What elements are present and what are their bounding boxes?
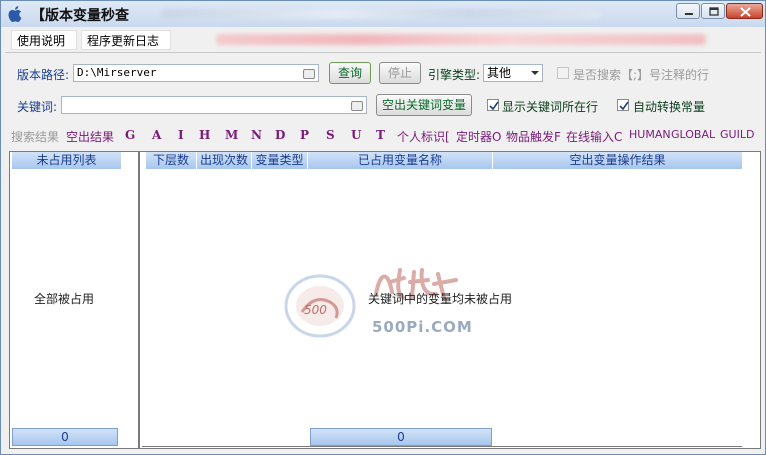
filter-personal-id[interactable]: 个人标识[ bbox=[397, 128, 450, 145]
menu-help[interactable]: 使用说明 bbox=[11, 30, 77, 50]
keyword-input[interactable] bbox=[61, 96, 367, 114]
filter-n[interactable]: N bbox=[251, 128, 262, 142]
maximize-button[interactable] bbox=[701, 3, 725, 19]
title-bar: 【版本变量秒查 bbox=[1, 1, 765, 27]
close-icon bbox=[740, 7, 751, 17]
table-bottom-border bbox=[142, 446, 742, 447]
path-value: D:\Mirserver bbox=[77, 66, 157, 79]
filter-guild[interactable]: GUILD bbox=[720, 128, 754, 141]
svg-text:500: 500 bbox=[304, 303, 327, 317]
menu-divider bbox=[5, 52, 761, 53]
main-window: 【版本变量秒查 使用说明 程序更新日志 版本路径: D:\Mirserver 查… bbox=[0, 0, 766, 455]
apple-icon bbox=[8, 6, 22, 22]
results-message: 关键词中的变量均未被占用 bbox=[368, 292, 513, 306]
unused-count: 0 bbox=[12, 428, 118, 446]
col-var-type[interactable]: 变量类型 bbox=[252, 152, 308, 169]
unused-list-message: 全部被占用 bbox=[34, 292, 95, 306]
engine-type-select[interactable]: 其他 bbox=[483, 64, 543, 82]
engine-type-value: 其他 bbox=[487, 66, 512, 80]
menu-changelog[interactable]: 程序更新日志 bbox=[81, 30, 171, 50]
maximize-icon bbox=[709, 7, 719, 16]
show-line-label: 显示关键词所在行 bbox=[502, 100, 599, 114]
window-title: 【版本变量秒查 bbox=[31, 8, 129, 24]
results-count: 0 bbox=[310, 428, 492, 446]
checkmark-icon bbox=[619, 101, 629, 111]
engine-type-label: 引擎类型: bbox=[428, 68, 481, 82]
menu-blur-region bbox=[216, 34, 706, 45]
minimize-button[interactable] bbox=[676, 3, 700, 19]
filter-timer[interactable]: 定时器O bbox=[456, 128, 501, 145]
search-comment-checkbox[interactable] bbox=[557, 67, 569, 79]
close-button[interactable] bbox=[726, 3, 763, 19]
col-empty-var-result[interactable]: 空出变量操作结果 bbox=[493, 152, 743, 169]
col-occurrences[interactable]: 出现次数 bbox=[197, 152, 252, 169]
filter-p[interactable]: P bbox=[300, 128, 309, 142]
filter-h[interactable]: H bbox=[199, 128, 210, 142]
search-result-label: 搜索结果 bbox=[11, 130, 60, 144]
watermark-logo-icon: 500 bbox=[284, 274, 356, 338]
input-grip-icon bbox=[303, 69, 315, 79]
filter-g[interactable]: G bbox=[125, 128, 135, 142]
auto-convert-checkbox[interactable] bbox=[617, 99, 629, 111]
filter-i[interactable]: I bbox=[178, 128, 184, 142]
stop-button[interactable]: 停止 bbox=[379, 62, 421, 84]
empty-keyword-vars-button[interactable]: 空出关键词变量 bbox=[376, 94, 472, 116]
show-line-checkbox[interactable] bbox=[487, 99, 499, 111]
menu-bar: 使用说明 程序更新日志 bbox=[11, 30, 711, 50]
dropdown-arrow-icon bbox=[531, 71, 539, 75]
watermark-text: 500Pi.COM bbox=[372, 318, 473, 336]
filter-u[interactable]: U bbox=[351, 128, 361, 142]
query-button[interactable]: 查询 bbox=[329, 62, 371, 84]
col-sublevel[interactable]: 下层数 bbox=[146, 152, 197, 169]
title-blur-region bbox=[161, 9, 601, 19]
path-input[interactable]: D:\Mirserver bbox=[73, 64, 319, 82]
results-table-panel[interactable]: 下层数 出现次数 变量类型 已占用变量名称 空出变量操作结果 500 500Pi… bbox=[139, 151, 761, 449]
filter-d[interactable]: D bbox=[275, 128, 285, 142]
filter-online-input[interactable]: 在线输入C bbox=[566, 128, 622, 145]
search-comment-label: 是否搜索【;】号注释的行 bbox=[573, 68, 710, 82]
filter-a[interactable]: A bbox=[152, 128, 161, 142]
filter-item-trigger[interactable]: 物品触发F bbox=[506, 128, 561, 145]
minimize-icon bbox=[685, 13, 693, 15]
checkmark-icon bbox=[489, 101, 499, 111]
col-used-var-name[interactable]: 已占用变量名称 bbox=[308, 152, 493, 169]
filter-global[interactable]: GLOBAL bbox=[671, 128, 715, 141]
filter-human[interactable]: HUMAN bbox=[629, 128, 671, 141]
auto-convert-label: 自动转换常量 bbox=[633, 100, 706, 114]
filter-s[interactable]: S bbox=[326, 128, 335, 142]
filter-t[interactable]: T bbox=[376, 128, 385, 142]
keyword-label: 关键词: bbox=[17, 100, 58, 114]
input-grip-icon bbox=[351, 101, 363, 111]
filter-m[interactable]: M bbox=[225, 128, 238, 142]
unused-list-panel[interactable]: 未占用列表 全部被占用 0 bbox=[9, 151, 139, 449]
filter-empty-result[interactable]: 空出结果 bbox=[66, 128, 114, 145]
path-label: 版本路径: bbox=[17, 68, 70, 82]
unused-list-header: 未占用列表 bbox=[12, 152, 122, 169]
